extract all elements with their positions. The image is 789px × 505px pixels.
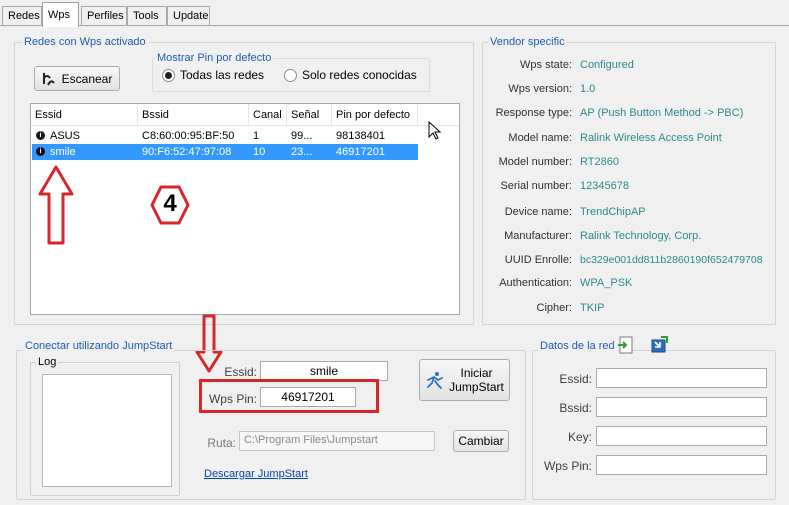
vendor-label: Wps state: (520, 59, 572, 71)
data-key-field[interactable] (596, 426, 767, 446)
vendor-value: bc329e001dd811b2860190f652479708 (580, 254, 763, 266)
vendor-labels: Wps state: Wps version: Response type: M… (486, 58, 572, 318)
radio-all-dot[interactable] (162, 68, 175, 82)
annotation-step-number: 4 (163, 190, 177, 217)
info-icon: i (36, 131, 45, 140)
vendor-value: TKIP (580, 302, 605, 314)
col-senal[interactable]: Señal (287, 104, 332, 126)
log-textarea[interactable] (42, 374, 172, 487)
radio-known-dot[interactable] (284, 68, 297, 82)
vendor-value: 1.0 (580, 83, 596, 95)
start-jumpstart-button[interactable]: Iniciar JumpStart (419, 359, 510, 401)
vendor-label: Model number: (498, 156, 572, 168)
data-essid-label: Essid: (559, 372, 592, 386)
jumpstart-icon (425, 370, 445, 390)
start-jumpstart-line2: JumpStart (449, 380, 504, 394)
row-bssid: 90:F6:52:47:97:08 (142, 146, 232, 158)
vendor-values: Configured 1.0 AP (Push Button Method ->… (580, 58, 776, 318)
vendor-value: Ralink Wireless Access Point (580, 132, 722, 144)
essid-field[interactable]: smile (260, 361, 388, 381)
import-icon[interactable] (617, 336, 635, 354)
radio-known-label: Solo redes conocidas (302, 68, 417, 82)
vendor-value: Configured (580, 59, 634, 71)
scan-button-label: Escanear (61, 71, 113, 86)
radio-known-networks[interactable]: Solo redes conocidas (284, 68, 417, 82)
list-row-smile[interactable]: i smile 90:F6:52:47:97:08 10 23... 46917… (32, 144, 418, 160)
row-essid: ASUS (50, 130, 80, 142)
list-header: Essid Bssid Canal Señal Pin por defecto (31, 104, 459, 126)
vendor-value: 12345678 (580, 180, 629, 192)
essid-label: Essid: (224, 365, 257, 379)
log-label: Log (36, 356, 59, 368)
networks-group-title: Redes con Wps activado (22, 36, 148, 48)
row-senal: 23... (291, 146, 313, 158)
row-canal: 10 (253, 146, 266, 158)
wps-tab-panel: Redes con Wps activado Escanear Mostrar … (2, 26, 788, 505)
scan-icon (42, 72, 56, 86)
data-bssid-field[interactable] (596, 397, 767, 417)
data-key-label: Key: (567, 430, 592, 444)
col-pin[interactable]: Pin por defecto (332, 104, 418, 126)
tab-perfiles[interactable]: Perfiles (81, 6, 127, 25)
network-data-title: Datos de la red (538, 340, 617, 352)
list-row-asus[interactable]: i ASUS C8:60:00:95:BF:50 1 99... 9813840… (32, 128, 418, 144)
jumpstart-group-title: Conectar utilizando JumpStart (23, 340, 175, 352)
col-essid[interactable]: Essid (31, 104, 138, 126)
info-icon: i (36, 147, 45, 156)
vendor-label: Authentication: (499, 277, 572, 289)
annotation-step-badge: 4 (150, 185, 190, 225)
start-jumpstart-line1: Iniciar (460, 366, 493, 380)
annotation-highlight-box (199, 379, 379, 413)
download-jumpstart-link[interactable]: Descargar JumpStart (204, 468, 308, 480)
vendor-label: UUID Enrolle: (504, 254, 572, 266)
col-bssid[interactable]: Bssid (138, 104, 249, 126)
row-essid: smile (50, 146, 76, 158)
vendor-label: Manufacturer: (504, 230, 572, 242)
export-icon[interactable] (650, 336, 668, 354)
wps-networks-list[interactable]: Essid Bssid Canal Señal Pin por defecto … (30, 103, 460, 315)
vendor-group-title: Vendor specific (488, 36, 567, 48)
tab-tools[interactable]: Tools (127, 6, 167, 25)
start-jumpstart-label: Iniciar JumpStart (449, 366, 504, 394)
data-essid-field[interactable] (596, 368, 767, 388)
change-path-button[interactable]: Cambiar (453, 430, 509, 452)
row-senal: 99... (291, 130, 313, 142)
vendor-label: Cipher: (536, 302, 572, 314)
tab-update[interactable]: Update (167, 6, 210, 25)
vendor-label: Model name: (508, 132, 572, 144)
tab-redes[interactable]: Redes (2, 6, 42, 25)
tab-bar: Redes Wps Perfiles Tools Update (0, 0, 789, 27)
ruta-field[interactable]: C:\Program Files\Jumpstart (239, 431, 435, 451)
vendor-value: AP (Push Button Method -> PBC) (580, 107, 744, 119)
row-pin: 46917201 (336, 146, 385, 158)
pin-options-title: Mostrar Pin por defecto (155, 52, 274, 64)
vendor-label: Serial number: (500, 180, 572, 192)
data-wps-pin-label: Wps Pin: (543, 459, 592, 473)
vendor-label: Device name: (504, 206, 572, 218)
ruta-label: Ruta: (207, 436, 236, 450)
vendor-value: TrendChipAP (580, 206, 646, 218)
col-canal[interactable]: Canal (249, 104, 287, 126)
row-canal: 1 (253, 130, 260, 142)
radio-all-label: Todas las redes (180, 68, 265, 82)
annotation-up-arrow-icon (38, 165, 74, 245)
row-pin: 98138401 (336, 130, 385, 142)
data-wps-pin-field[interactable] (596, 455, 767, 475)
vendor-label: Wps version: (508, 83, 572, 95)
tab-wps[interactable]: Wps (42, 2, 79, 27)
data-bssid-label: Bssid: (559, 401, 592, 415)
vendor-value: WPA_PSK (580, 277, 633, 289)
row-bssid: C8:60:00:95:BF:50 (142, 130, 235, 142)
radio-all-networks[interactable]: Todas las redes (162, 68, 264, 82)
vendor-label: Response type: (495, 107, 572, 119)
scan-button[interactable]: Escanear (34, 66, 120, 91)
mouse-cursor-icon (428, 121, 442, 140)
vendor-value: RT2860 (580, 156, 619, 168)
vendor-value: Ralink Technology, Corp. (580, 230, 702, 242)
